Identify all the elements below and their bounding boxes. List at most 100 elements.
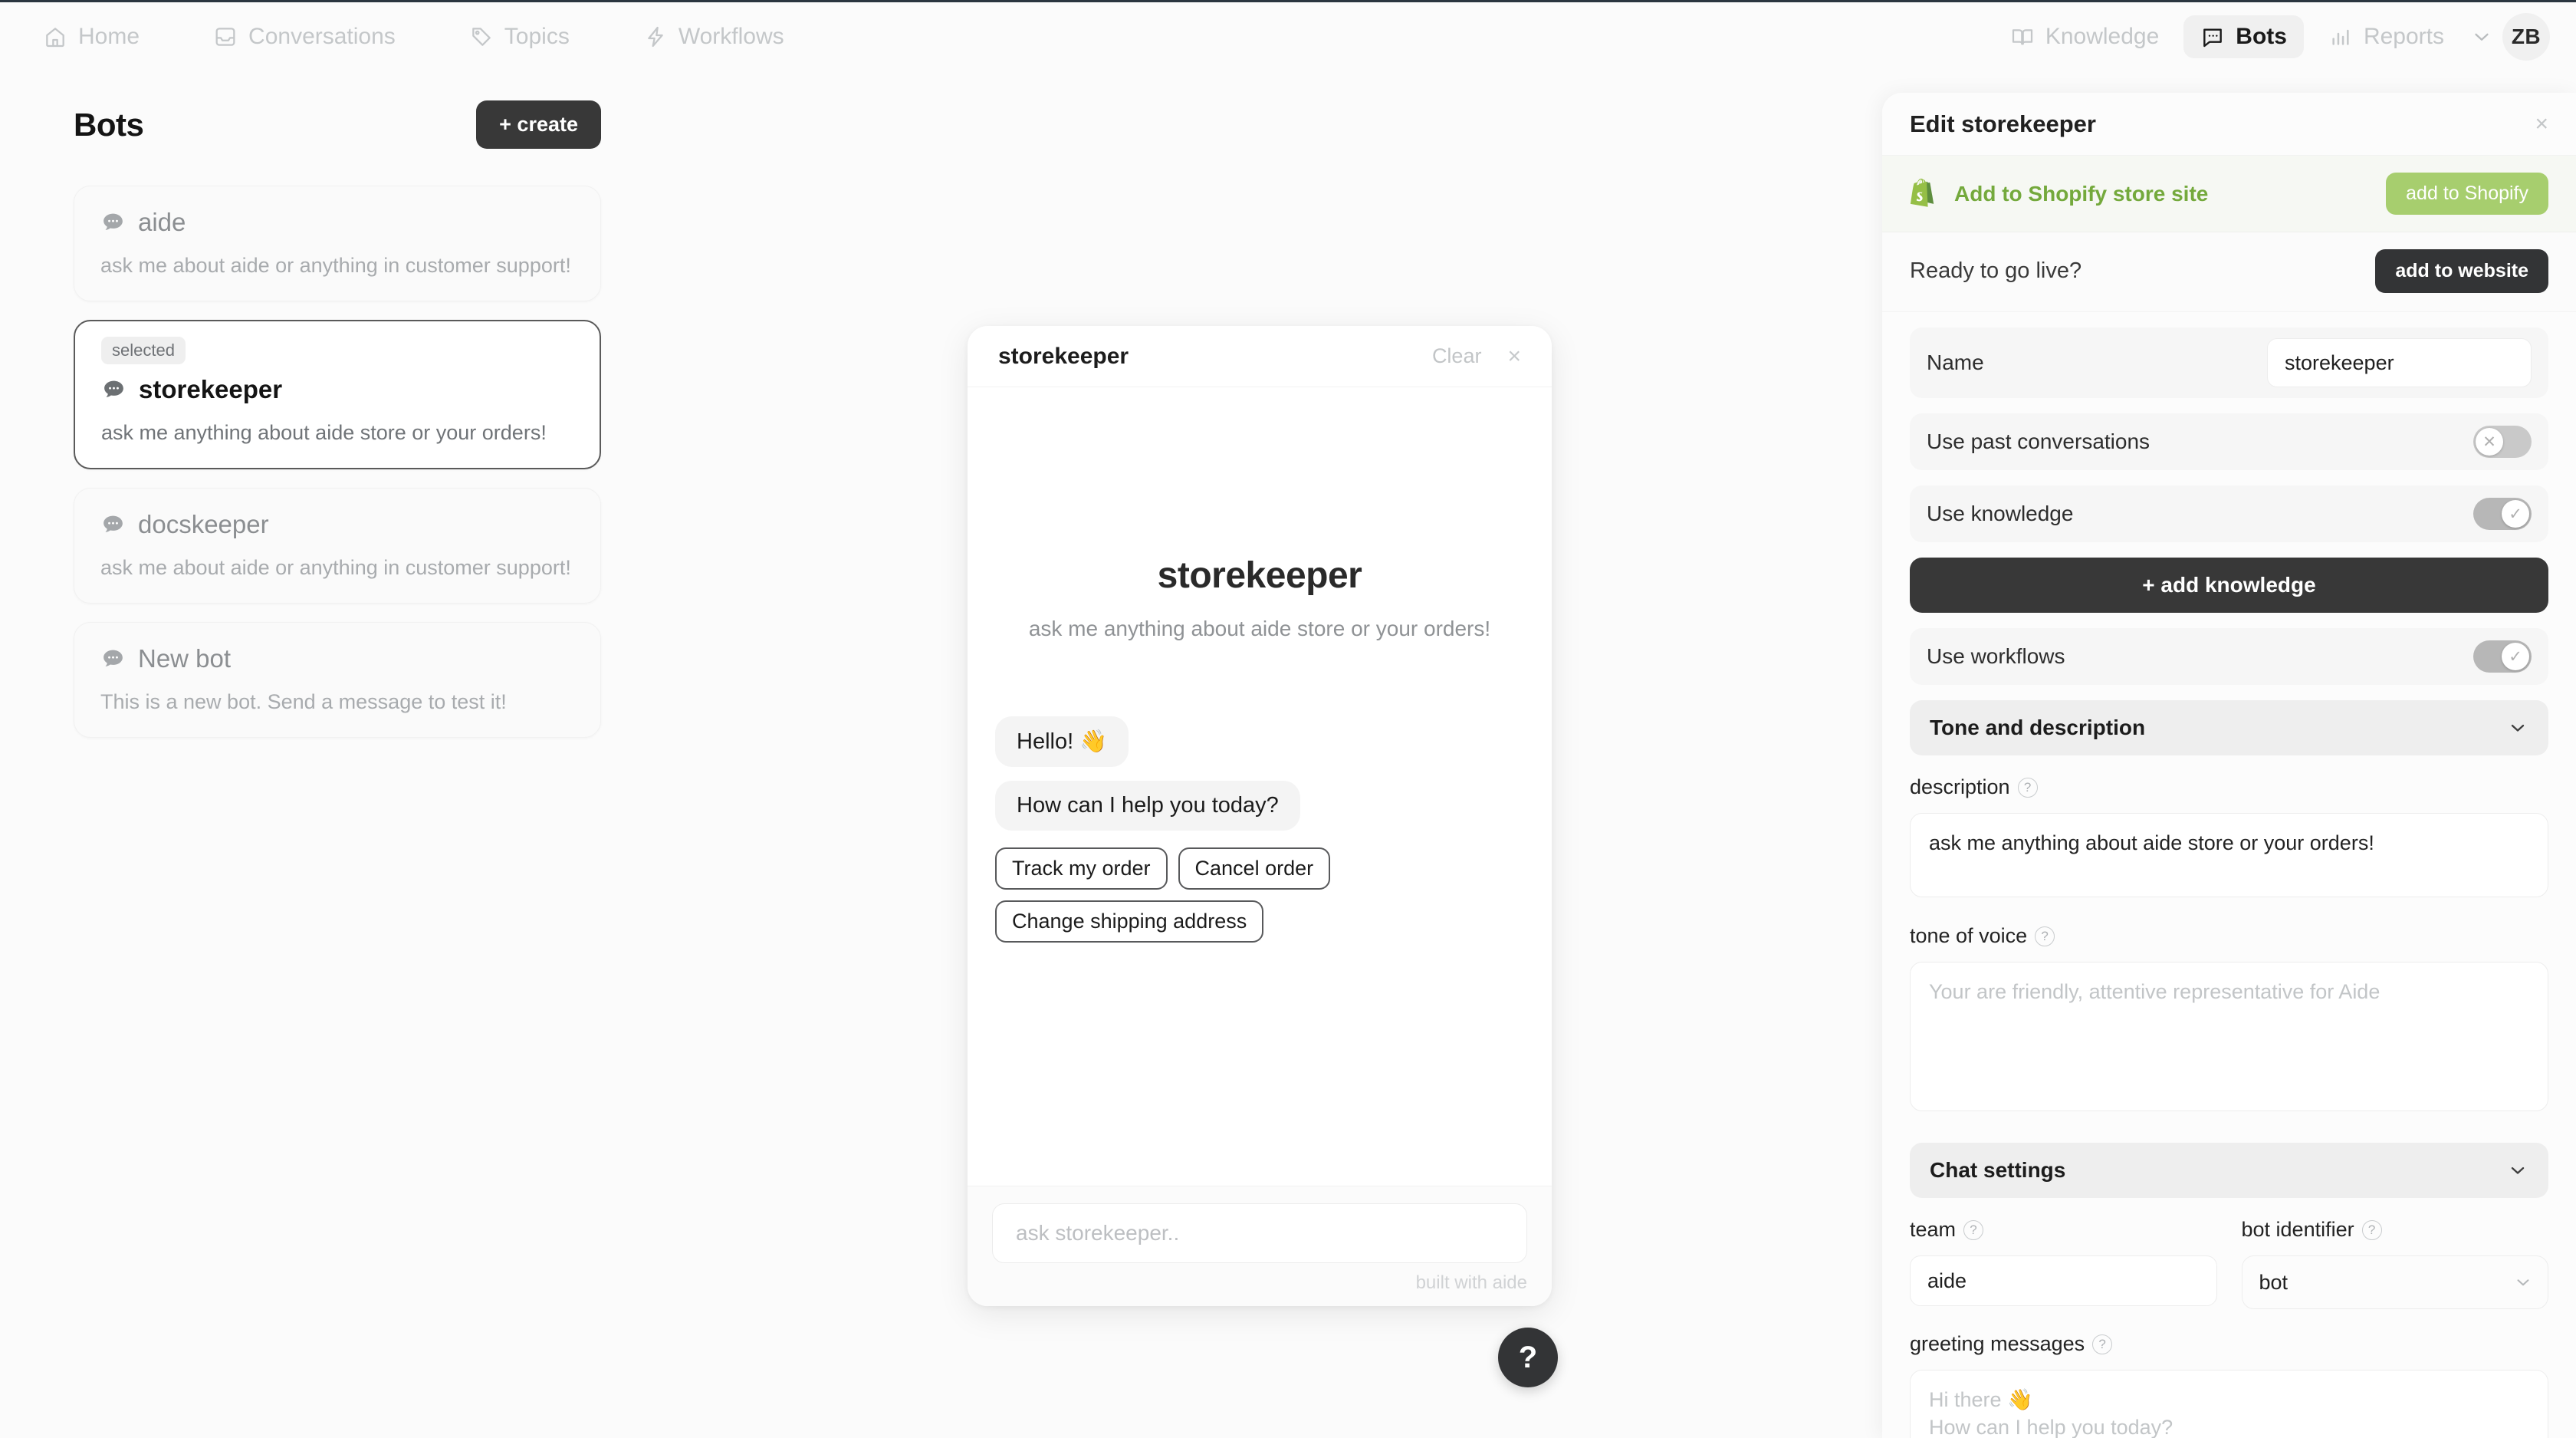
use-workflows-toggle[interactable]: ✓ <box>2473 640 2532 673</box>
help-tooltip-icon[interactable]: ? <box>1963 1219 1984 1240</box>
create-bot-button[interactable]: + create <box>476 100 601 149</box>
bot-card-aide[interactable]: aide ask me about aide or anything in cu… <box>74 186 601 301</box>
bot-card-description: This is a new bot. Send a message to tes… <box>100 690 507 713</box>
use-past-conversations-label: Use past conversations <box>1927 429 2150 453</box>
chat-widget-header-actions: Clear × <box>1432 344 1521 368</box>
help-button[interactable]: ? <box>1498 1328 1558 1387</box>
shopify-banner-label: Add to Shopify store site <box>1954 181 2209 206</box>
top-nav-right-group: Knowledge Bots Reports ZB <box>1993 12 2550 61</box>
nav-item-knowledge-label: Knowledge <box>2045 23 2160 49</box>
bots-header: Bots + create <box>74 100 601 149</box>
nav-item-bots-label: Bots <box>2236 23 2287 49</box>
nav-item-bots[interactable]: Bots <box>2183 15 2304 58</box>
bot-card-new-bot[interactable]: New bot This is a new bot. Send a messag… <box>74 622 601 738</box>
nav-item-workflows[interactable]: Workflows <box>626 15 801 58</box>
chat-widget-hero: storekeeper ask me anything about aide s… <box>995 554 1524 641</box>
shopify-icon <box>1910 178 1934 207</box>
chat-widget-hero-title: storekeeper <box>1157 555 1362 596</box>
help-tooltip-icon[interactable]: ? <box>2092 1334 2113 1354</box>
chat-message-input[interactable] <box>992 1203 1527 1263</box>
tone-of-voice-label-text: tone of voice <box>1910 924 2028 947</box>
use-knowledge-toggle[interactable]: ✓ <box>2473 498 2532 530</box>
help-tooltip-icon[interactable]: ? <box>2361 1219 2382 1240</box>
nav-item-reports[interactable]: Reports <box>2312 15 2461 58</box>
chevron-down-icon <box>2513 1272 2533 1292</box>
tone-of-voice-textarea[interactable] <box>1910 962 2548 1111</box>
bot-card-name-row: New bot <box>100 644 574 673</box>
chat-widget-header: storekeeper Clear × <box>968 326 1552 387</box>
bot-card-description: ask me anything about aide store or your… <box>101 421 547 444</box>
bot-card-name-row: aide <box>100 208 574 237</box>
chat-bubble-icon <box>104 650 123 666</box>
add-to-website-button[interactable]: add to website <box>2375 249 2548 293</box>
add-knowledge-button[interactable]: + add knowledge <box>1910 558 2548 613</box>
help-tooltip-icon[interactable]: ? <box>2017 777 2038 798</box>
nav-item-conversations[interactable]: Conversations <box>196 15 412 58</box>
close-icon[interactable]: × <box>2535 111 2548 137</box>
greeting-messages-label-text: greeting messages <box>1910 1332 2085 1355</box>
accordion-chat-settings[interactable]: Chat settings <box>1910 1143 2548 1198</box>
quick-reply-cancel-order[interactable]: Cancel order <box>1178 847 1331 890</box>
team-field: team ? <box>1910 1218 2217 1309</box>
home-icon <box>43 25 67 49</box>
chat-bubble-icon <box>2200 25 2225 49</box>
chat-widget-title: storekeeper <box>998 343 1129 369</box>
use-past-conversations-row: Use past conversations ✕ <box>1910 413 2548 470</box>
name-label: Name <box>1927 350 1984 374</box>
chat-widget-body: storekeeper ask me anything about aide s… <box>968 387 1552 1186</box>
chat-settings-fields-row: team ? bot identifier ? bot <box>1910 1218 2548 1309</box>
bot-card-name-row: storekeeper <box>101 375 573 404</box>
name-input[interactable] <box>2267 338 2532 387</box>
edit-panel-title: Edit storekeeper <box>1910 110 2096 137</box>
chat-bubble-icon <box>104 515 123 532</box>
add-to-shopify-button[interactable]: add to Shopify <box>2386 173 2548 215</box>
nav-item-workflows-label: Workflows <box>678 23 784 49</box>
page-title: Bots <box>74 106 144 143</box>
help-tooltip-icon[interactable]: ? <box>2035 926 2055 946</box>
bot-identifier-select[interactable]: bot <box>2241 1255 2548 1309</box>
chat-bubble-icon <box>104 213 123 230</box>
description-textarea[interactable]: ask me anything about aide store or your… <box>1910 813 2548 897</box>
team-input[interactable] <box>1910 1255 2217 1306</box>
nav-item-home-label: Home <box>78 23 140 49</box>
check-icon: ✓ <box>2502 643 2529 670</box>
nav-item-topics[interactable]: Topics <box>452 15 586 58</box>
chevron-down-icon[interactable] <box>2469 24 2495 50</box>
built-with-aide-label: built with aide <box>1415 1272 1527 1293</box>
bot-identifier-selected-value: bot <box>2259 1270 2288 1294</box>
avatar[interactable]: ZB <box>2502 12 2550 61</box>
nav-item-knowledge[interactable]: Knowledge <box>1993 15 2176 58</box>
close-icon[interactable]: × <box>1507 344 1521 368</box>
greeting-messages-textarea[interactable] <box>1910 1370 2548 1438</box>
chat-bubble-icon <box>104 380 123 397</box>
nav-item-reports-label: Reports <box>2363 23 2444 49</box>
chat-message-bubble: Hello! 👋 <box>995 716 1129 767</box>
bot-card-storekeeper[interactable]: selected storekeeper ask me anything abo… <box>74 320 601 469</box>
edit-panel-body: Name Use past conversations ✕ Use knowle… <box>1882 312 2576 1438</box>
bot-card-name: aide <box>138 208 186 236</box>
inbox-icon <box>213 25 238 49</box>
bar-chart-icon <box>2328 25 2353 49</box>
chevron-down-icon <box>2507 717 2528 739</box>
chat-message-bubble: How can I help you today? <box>995 781 1300 831</box>
quick-reply-list: Track my order Cancel order Change shipp… <box>995 847 1424 943</box>
bot-card-name: storekeeper <box>139 375 283 403</box>
clear-chat-button[interactable]: Clear <box>1432 344 1482 368</box>
use-knowledge-label: Use knowledge <box>1927 502 2074 525</box>
edit-bot-panel: Edit storekeeper × Add to Shopify store … <box>1882 93 2576 1438</box>
book-icon <box>2010 25 2035 49</box>
quick-reply-change-shipping-address[interactable]: Change shipping address <box>995 900 1264 943</box>
go-live-row: Ready to go live? add to website <box>1882 232 2576 312</box>
quick-reply-track-my-order[interactable]: Track my order <box>995 847 1168 890</box>
status-badge: selected <box>101 337 186 364</box>
chat-message-list: Hello! 👋 How can I help you today? Track… <box>995 716 1524 943</box>
nav-item-topics-label: Topics <box>504 23 570 49</box>
bot-card-docskeeper[interactable]: docskeeper ask me about aide or anything… <box>74 488 601 604</box>
bot-card-description: ask me about aide or anything in custome… <box>100 556 571 579</box>
accordion-tone-and-description[interactable]: Tone and description <box>1910 700 2548 755</box>
nav-item-home[interactable]: Home <box>26 15 156 58</box>
close-icon: ✕ <box>2476 428 2503 456</box>
use-past-conversations-toggle[interactable]: ✕ <box>2473 426 2532 458</box>
bot-card-name: New bot <box>138 644 232 673</box>
top-nav-left-group: Home Conversations Topics Workflows <box>26 15 801 58</box>
